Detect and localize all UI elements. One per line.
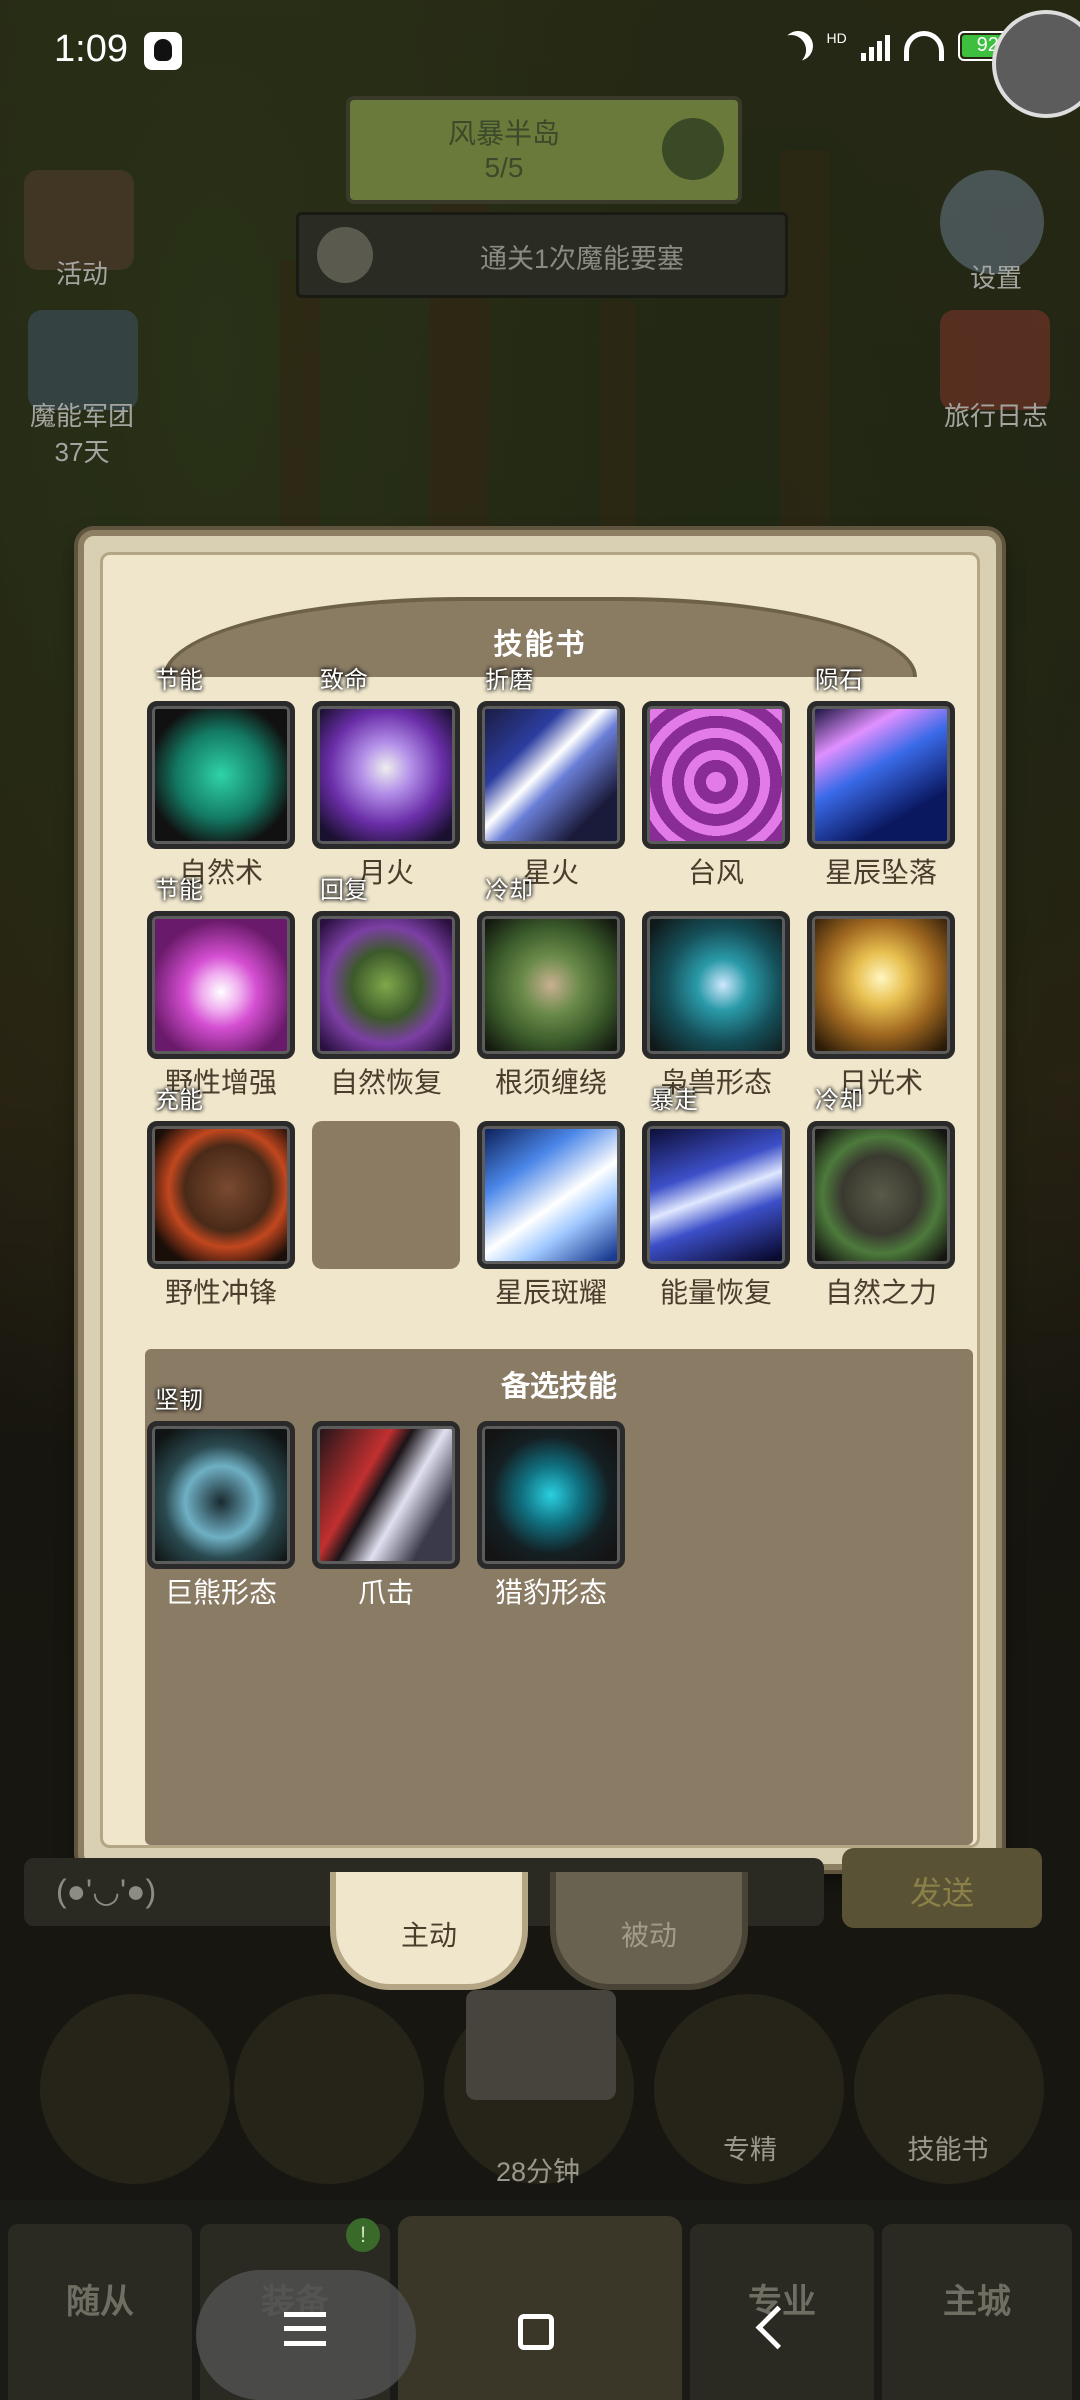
refresh-icon[interactable] (662, 118, 724, 180)
skill-tag: 节能 (155, 667, 203, 694)
status-bar: 1:09 HD 92 ⚡ (0, 0, 1080, 118)
skill-tag: 节能 (155, 877, 203, 904)
chest-timer: 28分钟 (495, 2157, 581, 2187)
nav-label: 随从 (66, 2283, 134, 2321)
send-label: 发送 (909, 1875, 974, 1911)
skill-name: 猎豹形态 (494, 1577, 607, 1608)
legion-label: 魔能军团 (29, 401, 134, 431)
skillbook-label: 技能书 (907, 2135, 989, 2165)
alternate-skills-title: 备选技能 (500, 1371, 617, 1403)
moonfire-icon (312, 701, 460, 849)
journal-label: 旅行日志 (943, 401, 1048, 431)
menu-icon[interactable] (284, 2312, 326, 2346)
skill-tag: 回复 (320, 877, 368, 904)
skill-tag: 陨石 (815, 667, 863, 694)
mastery-label: 专精 (723, 2135, 777, 2165)
energy-lightning-icon (642, 1121, 790, 1269)
tab-label: 被动 (620, 1920, 677, 1951)
skill-name: 巨熊形态 (164, 1577, 277, 1608)
treant-icon (807, 1121, 955, 1269)
skill-name: 自然之力 (824, 1277, 937, 1308)
nav-label: 主城 (943, 2283, 1011, 2321)
nav-battle[interactable] (398, 2216, 682, 2400)
skill-name: 野性冲锋 (164, 1277, 277, 1308)
potion-button[interactable] (40, 1994, 230, 2184)
sunlight-icon (807, 911, 955, 1059)
nav-main-city[interactable]: 主城 (882, 2224, 1072, 2400)
skill-name: 爪击 (357, 1577, 414, 1608)
status-time: 1:09 (54, 28, 128, 70)
bear-form-icon (147, 1421, 295, 1569)
chat-emoticon: (●'◡'●) (56, 1873, 157, 1909)
alternate-skills-panel: 备选技能 坚韧 巨熊形态 爪击 猎豹形态 (145, 1349, 973, 1845)
skill-name: 能量恢复 (659, 1277, 772, 1308)
skill-tag: 冷却 (815, 1087, 863, 1114)
skill-tag: 折磨 (485, 667, 533, 694)
dialog-title: 技能书 (493, 629, 587, 661)
leaf-icon (312, 911, 460, 1059)
home-icon[interactable] (518, 2314, 554, 2350)
journal-icon[interactable] (940, 310, 1050, 410)
map-indicator[interactable]: 风暴半岛 5/5 (346, 96, 742, 204)
skill-tag: 坚韧 (155, 1387, 203, 1414)
dialog-inner: 技能书 节能 自然术 致命 月火 折磨 星火 台风 陨石 星辰坠落 节能 野性增… (100, 552, 980, 1848)
quest-text: 通关1次魔能要塞 (479, 244, 685, 274)
legion-days: 37天 (54, 437, 110, 467)
legion-icon[interactable] (28, 310, 138, 410)
tab-active-skills[interactable]: 主动 (330, 1872, 528, 1990)
typhoon-icon (642, 701, 790, 849)
paw-icon (147, 911, 295, 1059)
skillbook-dialog: 技能书 节能 自然术 致命 月火 折磨 星火 台风 陨石 星辰坠落 节能 野性增… (78, 530, 1002, 1870)
event-label: 活动 (55, 259, 108, 289)
owl-form-icon (642, 911, 790, 1059)
tab-passive-skills[interactable]: 被动 (550, 1872, 748, 1990)
skill-name: 星辰坠落 (824, 857, 937, 888)
map-progress: 5/5 (484, 152, 524, 183)
qq-icon (144, 32, 182, 70)
skill-name: 台风 (687, 857, 744, 888)
bread-button[interactable] (234, 1994, 424, 2184)
map-name: 风暴半岛 (447, 118, 560, 149)
tab-label: 主动 (400, 1920, 457, 1951)
notification-badge: ! (346, 2218, 380, 2252)
signal-icon (860, 31, 890, 61)
moon-icon (777, 25, 818, 66)
cheetah-form-icon (477, 1421, 625, 1569)
roots-icon (477, 911, 625, 1059)
settings-label: 设置 (969, 263, 1022, 293)
wifi-icon (903, 30, 944, 61)
skill-tag: 充能 (155, 1087, 203, 1114)
skill-tag: 冷却 (485, 877, 533, 904)
skill-tag: 致命 (320, 667, 368, 694)
chest-icon (466, 1990, 616, 2100)
quest-banner[interactable]: 通关1次魔能要塞 (296, 212, 788, 298)
starfire-icon (477, 701, 625, 849)
skill-name: 根须缠绕 (494, 1067, 607, 1098)
starfall-icon (807, 701, 955, 849)
claw-icon (312, 1421, 460, 1569)
skill-tag: 暴走 (650, 1087, 698, 1114)
bottom-nav: 随从 装备 专业 主城 (0, 2200, 1080, 2400)
nature-spell-icon (147, 701, 295, 849)
hd-label: HD (826, 30, 847, 46)
empty-skill-slot[interactable] (312, 1121, 460, 1269)
nav-followers[interactable]: 随从 (8, 2224, 192, 2400)
alert-icon (317, 227, 373, 283)
send-button[interactable]: 发送 (842, 1848, 1042, 1928)
skill-name: 星辰斑耀 (494, 1277, 607, 1308)
charge-icon (147, 1121, 295, 1269)
skill-name: 自然恢复 (329, 1067, 442, 1098)
star-flare-icon (477, 1121, 625, 1269)
